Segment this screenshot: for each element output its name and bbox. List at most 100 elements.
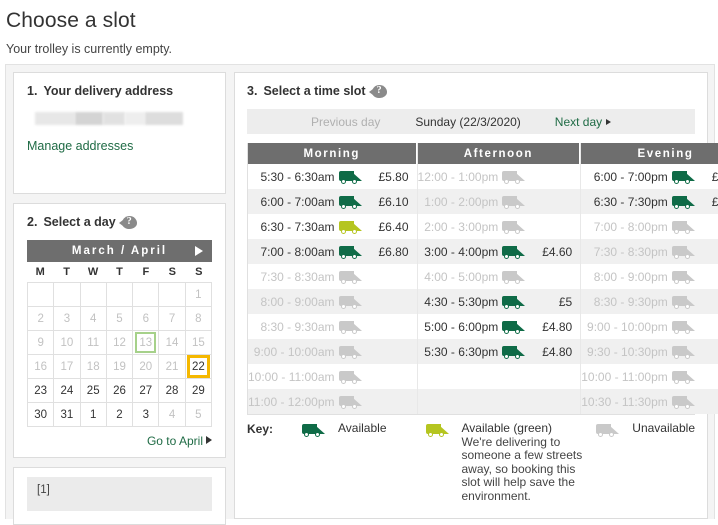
caret-right-icon[interactable]: [195, 246, 203, 256]
redacted-bar: [145, 112, 183, 125]
truck-icon-unavailable: [338, 270, 363, 284]
truck-icon-unavailable: [671, 395, 696, 409]
slot-row[interactable]: 6:00 - 7:00pm £4.90: [581, 164, 718, 189]
calendar-day-31[interactable]: 31: [54, 403, 81, 427]
slot-time-label: 7:30 - 8:30am: [260, 269, 335, 284]
slot-time-label: 3:00 - 4:00pm: [424, 244, 499, 259]
slot-time-label: 5:30 - 6:30pm: [424, 344, 499, 359]
truck-icon-unavailable: [338, 395, 363, 409]
calendar-day-22[interactable]: 22: [185, 355, 212, 379]
day-navigation-bar: Previous day Sunday (22/3/2020) Next day: [247, 109, 695, 134]
slot-time-label: 1:00 - 2:00pm: [424, 194, 499, 209]
slot-time-label: 6:30 - 7:30pm: [593, 194, 668, 209]
caret-right-icon[interactable]: [206, 436, 212, 444]
calendar-day-4: 4: [159, 403, 186, 427]
key-item-eco-green: Available (green) We're delivering to so…: [422, 421, 585, 503]
calendar-day-5: 5: [106, 307, 134, 331]
footnote-box: [1]: [27, 477, 212, 511]
trolley-status: Your trolley is currently empty.: [6, 42, 173, 56]
calendar-day-15: 15: [185, 331, 212, 355]
slot-row: 7:30 - 8:30am: [248, 264, 417, 289]
calendar: March / April MTWTFSS 1 2 3 4 5 6 7 8 9 10 11 12 13 1…: [27, 240, 212, 427]
slot-row[interactable]: 3:00 - 4:00pm £4.60: [417, 239, 581, 264]
slot-row-empty: [417, 389, 581, 414]
calendar-day-28[interactable]: 28: [159, 379, 186, 403]
calendar-day-3: 3: [54, 307, 81, 331]
slot-row[interactable]: 6:30 - 7:30pm £4.80: [581, 189, 718, 214]
truck-icon-available: [502, 320, 526, 334]
calendar-day-24[interactable]: 24: [54, 379, 81, 403]
slot-price-label: £6.10: [378, 194, 409, 209]
current-day-label: Sunday (22/3/2020): [415, 114, 521, 129]
manage-addresses-link[interactable]: Manage addresses: [27, 139, 133, 153]
calendar-day-25[interactable]: 25: [80, 379, 107, 403]
slot-price-label: £4.80: [711, 194, 718, 209]
calendar-day-empty: [106, 283, 134, 307]
calendar-day-11: 11: [80, 331, 107, 355]
calendar-day-1[interactable]: 1: [80, 403, 107, 427]
calendar-day-5: 5: [185, 403, 212, 427]
truck-icon-unavailable: [502, 170, 526, 184]
select-time-slot-heading-text: Select a time slot: [263, 84, 366, 98]
help-icon[interactable]: ?: [118, 215, 137, 229]
slot-price-label: £4.90: [711, 169, 718, 184]
calendar-day-23[interactable]: 23: [28, 379, 55, 403]
truck-icon-unavailable: [596, 423, 620, 437]
slot-time-label: 8:30 - 9:30am: [260, 319, 335, 334]
truck-icon-eco-green: [338, 220, 363, 234]
slot-row[interactable]: 7:00 - 8:00am £6.80: [248, 239, 417, 264]
previous-day-button[interactable]: Previous day: [311, 115, 380, 129]
slot-row[interactable]: 5:30 - 6:30am £5.80: [248, 164, 417, 189]
calendar-day-6: 6: [133, 307, 160, 331]
slot-time-label: 6:00 - 7:00am: [260, 194, 335, 209]
calendar-day-29[interactable]: 29: [185, 379, 212, 403]
calendar-day-empty: [159, 283, 186, 307]
calendar-day-26[interactable]: 26: [106, 379, 134, 403]
delivery-address-panel: 1. Your delivery address Manage addresses: [13, 72, 226, 194]
delivery-address-heading: 1. Your delivery address: [27, 84, 212, 98]
redacted-bar: [103, 112, 125, 125]
calendar-day-30[interactable]: 30: [28, 403, 55, 427]
slot-row[interactable]: 6:00 - 7:00am £6.10: [248, 189, 417, 214]
calendar-dow-5: S: [168, 266, 177, 278]
slot-row: 12:00 - 1:00pm: [417, 164, 581, 189]
slot-row[interactable]: 6:30 - 7:30am £6.40: [248, 214, 417, 239]
calendar-day-9: 9: [28, 331, 55, 355]
slot-time-label: 7:00 - 8:00am: [260, 244, 335, 259]
slot-time-label: 4:30 - 5:30pm: [424, 294, 499, 309]
slot-row: 7:30 - 8:30pm: [581, 239, 718, 264]
truck-icon-unavailable: [338, 320, 363, 334]
slot-row: 8:00 - 9:00am: [248, 289, 417, 314]
time-slot-table: Morning 5:30 - 6:30am £5.80 6:00 - 7:00am £6…: [247, 143, 718, 415]
slot-time-label: 7:00 - 8:00pm: [593, 219, 668, 234]
calendar-dow-6: S: [195, 266, 203, 278]
slot-row[interactable]: 5:30 - 6:30pm £4.80: [417, 339, 581, 364]
key-item-unavailable-label: Unavailable: [632, 421, 695, 435]
key-legend: Key: Available Available (green) We're d…: [247, 421, 695, 503]
select-time-slot-heading: 3. Select a time slot ?: [247, 84, 695, 98]
go-to-april-link[interactable]: Go to April: [147, 434, 203, 448]
slot-row[interactable]: 4:30 - 5:30pm £5: [417, 289, 581, 314]
help-icon[interactable]: ?: [368, 84, 387, 98]
redacted-address: [27, 112, 212, 125]
caret-right-icon[interactable]: [606, 118, 612, 125]
calendar-day-27[interactable]: 27: [133, 379, 160, 403]
calendar-dow-1: T: [63, 266, 70, 278]
next-day-button[interactable]: Next day: [555, 115, 602, 129]
slot-row[interactable]: 5:00 - 6:00pm £4.80: [417, 314, 581, 339]
calendar-month-label: March / April: [71, 245, 168, 257]
calendar-day-2[interactable]: 2: [106, 403, 134, 427]
slot-column-header-afternoon: Afternoon: [417, 143, 581, 164]
slot-price-label: £4.60: [542, 244, 573, 259]
calendar-date-grid: 1 2 3 4 5 6 7 8 9 10 11 12 13 14 15 16 17 18 19 20 21 22 23 24 2…: [27, 282, 212, 427]
key-item-unavailable: Unavailable: [592, 421, 695, 503]
key-item-eco-green-description: We're delivering to someone a few street…: [461, 434, 583, 503]
slot-time-label: 9:30 - 10:30pm: [587, 344, 668, 359]
truck-icon-unavailable: [671, 370, 696, 384]
slot-row: 8:30 - 9:30am: [248, 314, 417, 339]
slot-price-label: £4.80: [542, 344, 573, 359]
slot-row: 9:30 - 10:30pm: [581, 339, 718, 364]
calendar-day-1: 1: [185, 283, 212, 307]
calendar-day-3[interactable]: 3: [133, 403, 160, 427]
calendar-dow-4: F: [142, 266, 150, 278]
